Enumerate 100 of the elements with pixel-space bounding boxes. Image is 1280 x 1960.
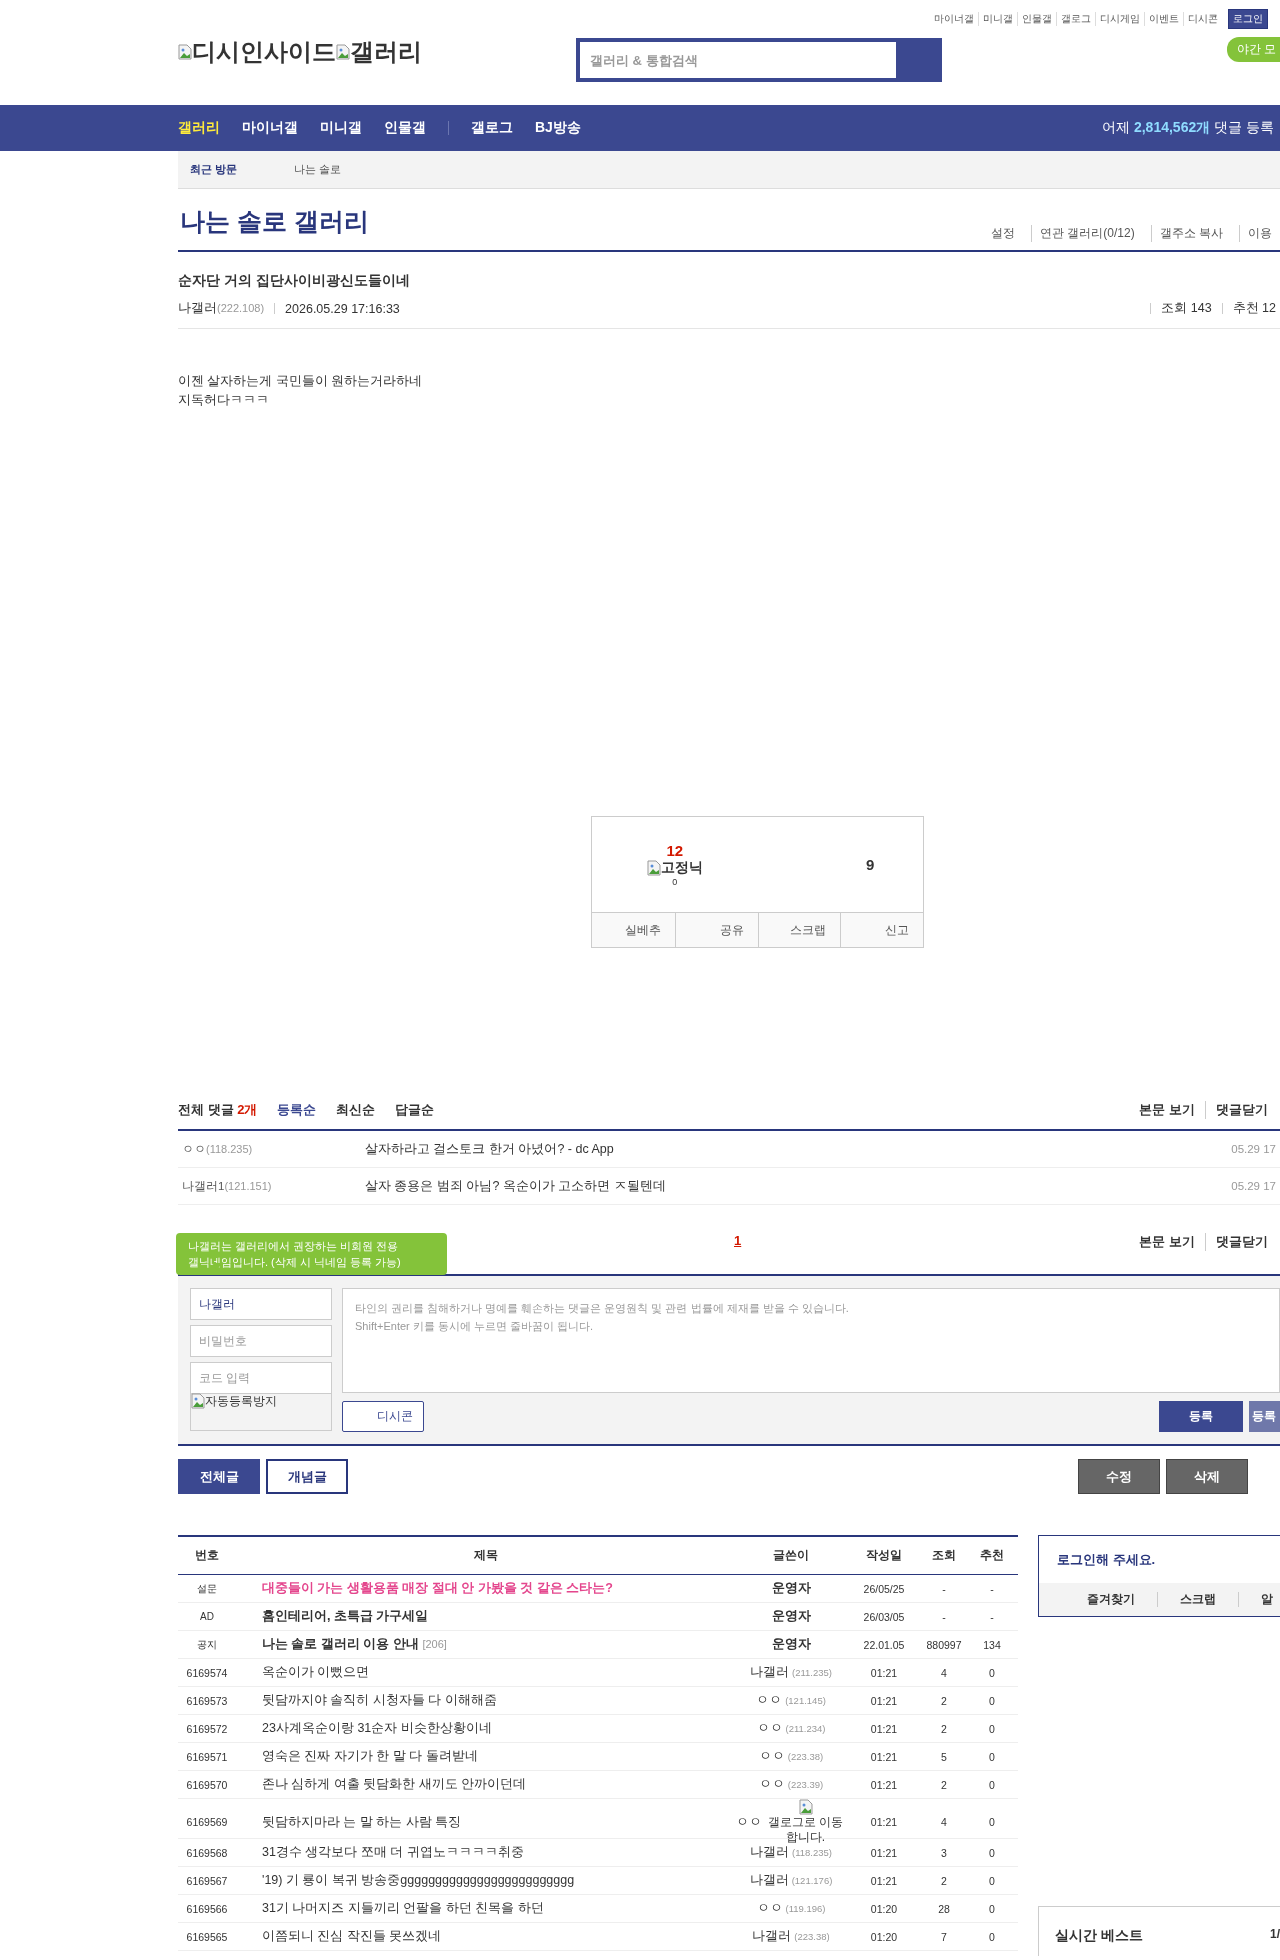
comment-author[interactable]: ㅇㅇ(118.235) — [182, 1141, 365, 1157]
post-author[interactable]: 나갤러(222.108) — [178, 300, 265, 317]
post-number: 설문 — [196, 1581, 218, 1596]
post-action-button[interactable]: 수정 — [1078, 1459, 1160, 1494]
top-link[interactable]: 디시콘 — [1183, 12, 1222, 26]
column-header: 글쓴이 — [772, 1547, 810, 1564]
post-writer[interactable]: ㅇㅇ (223.39) — [736, 1776, 846, 1793]
post-title-link[interactable]: 존나 심하게 여출 뒷담화한 새끼도 안까이던데 — [236, 1776, 736, 1793]
logo-image-alt[interactable]: 디시인사이드 — [178, 36, 336, 68]
comment-link[interactable]: 본문 보기 — [1139, 1233, 1195, 1251]
sidebar-tab[interactable]: 즐겨찾기 — [1087, 1592, 1135, 1607]
post-date: 26/03/05 — [862, 1610, 906, 1623]
view-count: 2 — [940, 1874, 948, 1887]
nav-link[interactable]: BJ방송 — [535, 119, 581, 137]
post-writer[interactable]: 나갤러 (211.235) — [736, 1664, 846, 1681]
post-writer[interactable]: 나갤러 (121.176) — [736, 1872, 846, 1889]
top-link[interactable]: 마이너갤 — [930, 12, 978, 26]
nav-link[interactable]: 미니갤 — [320, 119, 362, 137]
post-title-link[interactable]: 이쯤되니 진심 작진들 못쓰겠네 — [236, 1928, 736, 1945]
nickname-tooltip: 나갤러는 갤러리에서 권장하는 비회원 전용 갤닉네임입니다. (삭제 시 닉네임 등록 가능) — [176, 1233, 447, 1275]
recommend-count: 0 — [988, 1694, 996, 1707]
gallery-link[interactable]: 갤주소 복사 — [1150, 225, 1231, 242]
nav-link[interactable]: 갤로그 — [471, 119, 513, 137]
recommend-count: 0 — [988, 1930, 996, 1943]
post-title-link[interactable]: 23사계옥순이랑 31순자 비슷한상황이네 — [236, 1720, 736, 1737]
comment-text: 살자하라고 걸스토크 한거 아녔어? - dc App — [365, 1140, 615, 1158]
post-number: 6169569 — [185, 1816, 229, 1828]
submit-button[interactable]: 등록 — [1159, 1401, 1243, 1432]
post-writer[interactable]: 운영자 — [736, 1636, 846, 1653]
post-date: 01:21 — [869, 1778, 899, 1791]
comment-total: 전체 댓글 2개 — [178, 1101, 258, 1119]
sidebar-tab[interactable]: 알 — [1238, 1592, 1273, 1607]
post-writer[interactable]: 나갤러 (223.38) — [736, 1928, 846, 1945]
post-writer[interactable]: 운영자 — [736, 1608, 846, 1625]
page-number[interactable]: 1 — [734, 1233, 742, 1248]
post-writer[interactable]: ㅇㅇ (223.38) — [736, 1748, 846, 1765]
nav-link[interactable]: 마이너갤 — [242, 119, 298, 137]
post-title-link[interactable]: 대중들이 가는 생활용품 매장 절대 안 가봤을 것 같은 스타는? — [236, 1580, 736, 1597]
nav-link[interactable]: 갤러리 — [178, 119, 220, 137]
comment-input[interactable]: 타인의 권리를 침해하거나 명예를 훼손하는 댓글은 운영원칙 및 관련 법률에 제재를 받을 수 있습니다. Shift+Enter 키를 동시에 누르면 줄바꿈이 됩니다. — [342, 1288, 1280, 1393]
post-number: 6169570 — [185, 1778, 229, 1791]
recent-link[interactable]: 나는 솔로 — [294, 162, 342, 177]
post-title-link[interactable]: 31경수 생각보다 쪼매 더 귀엽노ㅋㅋㅋㅋ취중 — [236, 1844, 736, 1861]
post-number: 6169568 — [185, 1846, 229, 1859]
post-title-link[interactable]: 옥순이가 이뻤으면 — [236, 1664, 736, 1681]
code-field[interactable]: 코드 입력 — [190, 1362, 332, 1394]
post-writer[interactable]: 운영자 — [736, 1580, 846, 1597]
gallery-link[interactable]: 설정 — [982, 225, 1023, 242]
search-field[interactable]: 갤러리 & 통합검색 — [576, 38, 942, 82]
sidebar-tab[interactable]: 스크랩 — [1157, 1592, 1216, 1607]
dccon-button[interactable]: 디시콘 — [342, 1401, 424, 1432]
list-filter-button[interactable]: 전체글 — [178, 1459, 260, 1494]
comment-link[interactable]: 댓글닫기 — [1205, 1101, 1268, 1119]
comment-author[interactable]: 나갤러1(121.151) — [182, 1178, 365, 1194]
post-number: 6169573 — [185, 1694, 229, 1707]
logo-image-alt[interactable]: 갤러리 — [336, 36, 422, 68]
gallery-link[interactable]: 이용 — [1239, 225, 1280, 242]
view-count: 2 — [940, 1694, 948, 1707]
post-title-link[interactable]: 뒷담하지마라 는 말 하는 사람 특징 — [236, 1813, 736, 1831]
post-writer[interactable]: ㅇㅇ 갤로그로 이동합니다. — [736, 1799, 846, 1845]
top-link[interactable]: 미니갤 — [978, 12, 1017, 26]
column-header: 제목 — [473, 1547, 499, 1564]
comment-link[interactable]: 본문 보기 — [1139, 1101, 1195, 1119]
top-link[interactable]: 디시게임 — [1095, 12, 1144, 26]
top-link[interactable]: 갤로그 — [1056, 12, 1095, 26]
view-count: 880997 — [925, 1638, 963, 1651]
comment-link[interactable]: 댓글닫기 — [1205, 1233, 1268, 1251]
gallery-title[interactable]: 나는 솔로 갤러리 — [180, 205, 369, 238]
name-field[interactable]: 나갤러 — [190, 1288, 332, 1320]
post-title-link[interactable]: 나는 솔로 갤러리 이용 안내 [206] — [236, 1636, 736, 1653]
view-count: 4 — [940, 1666, 948, 1679]
post-title-link[interactable]: 뒷담까지야 솔직히 시청자들 다 이해해줌 — [236, 1692, 736, 1709]
list-filter-button[interactable]: 개념글 — [266, 1459, 348, 1494]
post-date: 01:20 — [869, 1930, 899, 1943]
password-field[interactable]: 비밀번호 — [190, 1325, 332, 1357]
top-link[interactable]: 이벤트 — [1144, 12, 1183, 26]
login-button[interactable]: 로그인 — [1228, 9, 1268, 29]
upvote-count: 12 — [666, 842, 684, 859]
post-writer[interactable]: ㅇㅇ (119.196) — [736, 1900, 846, 1917]
post-writer[interactable]: ㅇㅇ (211.234) — [736, 1720, 846, 1737]
recommend-count: 0 — [988, 1874, 996, 1887]
post-title-link[interactable]: 홈인테리어, 초특급 가구세일 — [236, 1608, 736, 1625]
post-number: 6169567 — [185, 1874, 229, 1887]
post-number: 6169566 — [185, 1902, 229, 1915]
post-title-link[interactable]: '19) 기 룡이 복귀 방송중ggggggggggggggggggggggggg — [236, 1872, 736, 1889]
post-title-link[interactable]: 영숙은 진짜 자기가 한 말 다 돌려받네 — [236, 1748, 736, 1765]
login-prompt[interactable]: 로그인해 주세요. — [1039, 1536, 1280, 1583]
nav-link[interactable]: 인물갤 — [384, 119, 426, 137]
top-link[interactable]: 인물갤 — [1017, 12, 1056, 26]
gallery-link[interactable]: 연관 갤러리(0/12) — [1030, 225, 1143, 242]
sort-tab[interactable]: 답글순 — [395, 1101, 435, 1119]
sort-tab[interactable]: 등록순 — [277, 1101, 317, 1119]
recommend-count: - — [989, 1582, 995, 1595]
comment-date: 05.29 17 — [1231, 1180, 1277, 1192]
post-writer[interactable]: 나갤러 (118.235) — [736, 1844, 846, 1861]
post-title-link[interactable]: 31기 나머지즈 지들끼리 언팔을 하던 친목을 하던 — [236, 1900, 736, 1917]
sort-tab[interactable]: 최신순 — [336, 1101, 376, 1119]
post-action-button[interactable]: 삭제 — [1166, 1459, 1248, 1494]
view-count: 7 — [940, 1930, 948, 1943]
post-writer[interactable]: ㅇㅇ (121.145) — [736, 1692, 846, 1709]
